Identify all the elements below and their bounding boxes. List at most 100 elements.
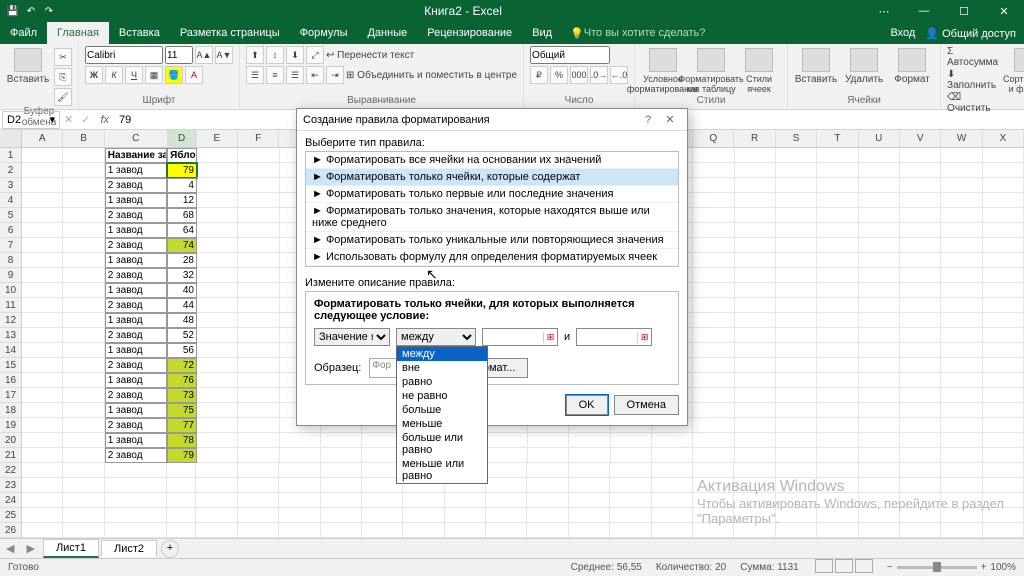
fx-icon[interactable]: fx bbox=[100, 114, 109, 126]
cell[interactable] bbox=[238, 388, 279, 403]
cell[interactable] bbox=[486, 523, 527, 538]
rule-type-option[interactable]: ► Форматировать все ячейки на основании … bbox=[306, 152, 678, 169]
cell[interactable] bbox=[63, 193, 104, 208]
cell[interactable] bbox=[197, 163, 238, 178]
cell[interactable] bbox=[196, 463, 237, 478]
cell[interactable] bbox=[900, 223, 941, 238]
cell[interactable] bbox=[569, 508, 610, 523]
cell[interactable] bbox=[817, 448, 858, 463]
cell[interactable] bbox=[735, 313, 776, 328]
operator-option[interactable]: больше или равно bbox=[397, 431, 487, 457]
cell[interactable] bbox=[486, 478, 527, 493]
border-icon[interactable]: ▦ bbox=[145, 66, 163, 84]
cell[interactable] bbox=[238, 298, 279, 313]
cell[interactable] bbox=[693, 148, 734, 163]
cell[interactable] bbox=[22, 238, 63, 253]
cell[interactable] bbox=[776, 418, 817, 433]
cell[interactable]: 75 bbox=[167, 403, 197, 418]
col-header-T[interactable]: T bbox=[817, 130, 858, 147]
cell[interactable] bbox=[197, 448, 238, 463]
cell[interactable]: 77 bbox=[167, 418, 197, 433]
cell[interactable] bbox=[63, 508, 104, 523]
cell[interactable] bbox=[735, 418, 776, 433]
cell[interactable] bbox=[238, 313, 279, 328]
tell-me[interactable]: 💡 Что вы хотите сделать? bbox=[570, 22, 705, 44]
cell[interactable] bbox=[197, 433, 238, 448]
cell[interactable] bbox=[22, 283, 63, 298]
rule-type-option[interactable]: ► Форматировать только ячейки, которые с… bbox=[306, 169, 678, 186]
cell[interactable]: 72 bbox=[167, 358, 197, 373]
comma-icon[interactable]: 000 bbox=[570, 66, 588, 84]
cell[interactable] bbox=[611, 433, 652, 448]
cell[interactable] bbox=[105, 523, 167, 538]
cell[interactable] bbox=[527, 463, 568, 478]
cell[interactable] bbox=[900, 463, 941, 478]
cell[interactable] bbox=[859, 223, 900, 238]
cell[interactable] bbox=[22, 388, 63, 403]
operator-option[interactable]: равно bbox=[397, 375, 487, 389]
cell[interactable] bbox=[63, 463, 104, 478]
operator-option[interactable]: меньше bbox=[397, 417, 487, 431]
cell[interactable] bbox=[445, 523, 486, 538]
tab-formulas[interactable]: Формулы bbox=[290, 22, 358, 44]
cell[interactable]: 79 bbox=[167, 163, 197, 178]
cell[interactable] bbox=[22, 523, 63, 538]
cell[interactable] bbox=[941, 148, 982, 163]
rule-type-option[interactable]: ► Форматировать только уникальные или по… bbox=[306, 232, 678, 249]
cell[interactable] bbox=[900, 283, 941, 298]
cell[interactable] bbox=[900, 433, 941, 448]
col-header-R[interactable]: R bbox=[734, 130, 775, 147]
cell[interactable] bbox=[321, 508, 362, 523]
cell[interactable] bbox=[900, 388, 941, 403]
cell[interactable] bbox=[735, 283, 776, 298]
format-cells-button[interactable]: Формат bbox=[890, 46, 934, 85]
cell[interactable] bbox=[735, 268, 776, 283]
row-header[interactable]: 17 bbox=[0, 388, 21, 403]
cell[interactable] bbox=[983, 343, 1024, 358]
decrease-decimal-icon[interactable]: ←.0 bbox=[610, 66, 628, 84]
cell[interactable] bbox=[693, 328, 734, 343]
italic-icon[interactable]: К bbox=[105, 66, 123, 84]
cell[interactable] bbox=[22, 463, 63, 478]
col-header-C[interactable]: C bbox=[105, 130, 168, 147]
cell[interactable] bbox=[859, 238, 900, 253]
cell[interactable] bbox=[983, 163, 1024, 178]
cell[interactable] bbox=[859, 433, 900, 448]
cell[interactable] bbox=[279, 493, 320, 508]
cell[interactable]: 74 bbox=[167, 238, 197, 253]
cell[interactable]: Яблоки bbox=[167, 148, 197, 163]
cell[interactable] bbox=[238, 268, 279, 283]
cell[interactable] bbox=[693, 163, 734, 178]
format-painter-icon[interactable]: 🖌 bbox=[54, 88, 72, 106]
cell[interactable] bbox=[652, 493, 693, 508]
cell[interactable] bbox=[941, 283, 982, 298]
currency-icon[interactable]: ₽ bbox=[530, 66, 548, 84]
cell[interactable] bbox=[776, 463, 817, 478]
cell[interactable] bbox=[238, 493, 279, 508]
value2-input[interactable]: ⊞ bbox=[576, 328, 652, 346]
cell[interactable] bbox=[238, 463, 279, 478]
cell[interactable] bbox=[859, 403, 900, 418]
cell[interactable] bbox=[983, 193, 1024, 208]
cell[interactable] bbox=[859, 253, 900, 268]
cell[interactable] bbox=[652, 478, 693, 493]
cell[interactable] bbox=[776, 253, 817, 268]
col-header-F[interactable]: F bbox=[238, 130, 279, 147]
cell[interactable] bbox=[238, 373, 279, 388]
close-icon[interactable]: ✕ bbox=[984, 0, 1024, 22]
row-header[interactable]: 22 bbox=[0, 463, 21, 478]
cell[interactable] bbox=[693, 298, 734, 313]
format-as-table-button[interactable]: Форматировать как таблицу bbox=[689, 46, 733, 94]
cell[interactable] bbox=[776, 373, 817, 388]
cell[interactable] bbox=[63, 238, 104, 253]
cell[interactable]: 2 завод bbox=[105, 358, 167, 373]
cell[interactable] bbox=[983, 283, 1024, 298]
cell[interactable] bbox=[735, 433, 776, 448]
indent-increase-icon[interactable]: ⇥ bbox=[326, 66, 344, 84]
operator-option[interactable]: меньше или равно bbox=[397, 457, 487, 483]
cell[interactable] bbox=[693, 313, 734, 328]
cell[interactable] bbox=[900, 253, 941, 268]
cell[interactable] bbox=[941, 163, 982, 178]
ok-button[interactable]: OK bbox=[566, 395, 608, 415]
cell[interactable] bbox=[63, 328, 104, 343]
